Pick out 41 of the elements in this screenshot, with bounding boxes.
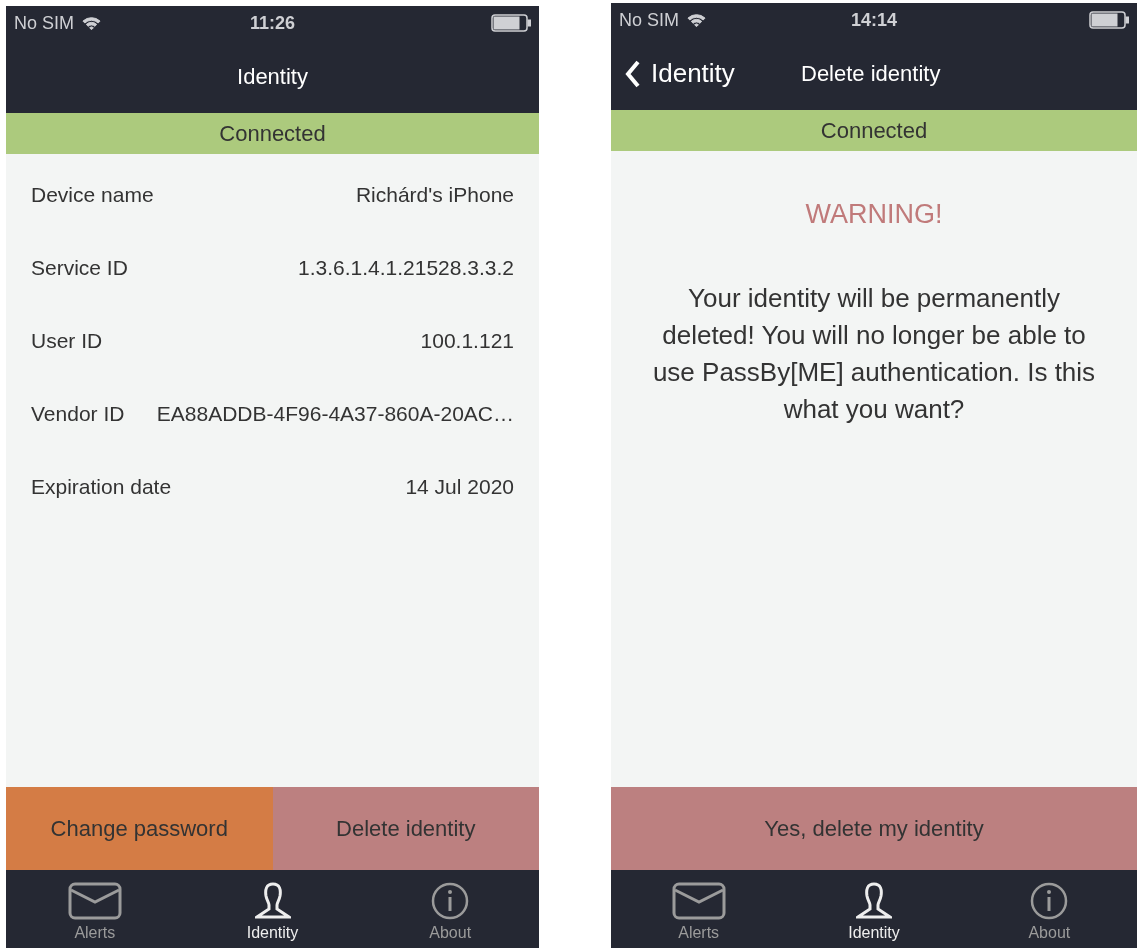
tab-item[interactable]: Identity (183, 870, 362, 948)
clock-time: 14:14 (851, 9, 897, 31)
carrier-label: No SIM (619, 9, 679, 31)
screen-title: Identity (237, 63, 308, 90)
tab-item[interactable]: Alerts (6, 870, 184, 948)
delete-button[interactable]: Yes, delete my identity (611, 787, 1137, 870)
field-value: 1.3.6.1.4.1.21528.3.3.2 (297, 255, 514, 280)
clock-time: 11:26 (250, 12, 295, 34)
field-label: Expiration date (31, 474, 172, 499)
person-icon (254, 882, 291, 920)
carrier-label: No SIM (14, 12, 74, 34)
connection-banner: Connected (611, 110, 1137, 151)
info-icon (431, 882, 470, 920)
info-icon (1030, 882, 1069, 920)
field-value: 100.1.121 (420, 328, 514, 353)
tab-item[interactable]: Alerts (611, 870, 787, 948)
field-label: User ID (31, 328, 103, 353)
warning-message: Your identity will be permanently deleted! You will no longer be able to use PassBy[ME] authentication. Is this what you want? (651, 282, 1097, 426)
tab-item[interactable]: About (961, 870, 1137, 948)
wifi-icon (82, 16, 101, 30)
connection-banner: Connected (6, 113, 539, 154)
person-icon (856, 882, 892, 920)
field-label: Service ID (31, 255, 128, 280)
tab-item[interactable]: Identity (786, 870, 962, 948)
field-value: 14 Jul 2020 (405, 474, 514, 499)
delete-button[interactable]: Delete identity (272, 787, 539, 870)
chevron-icon (625, 59, 641, 88)
back-link[interactable]: Identity (625, 58, 735, 89)
envelope-icon (67, 882, 122, 920)
field-label: Vendor ID (31, 401, 125, 426)
wifi-icon (687, 13, 706, 27)
field-value: EA88ADDB-4F96-4A37-860A-20AC… (156, 401, 514, 426)
envelope-icon (671, 882, 726, 920)
battery-icon (1089, 11, 1129, 29)
field-label: Device name (31, 182, 154, 207)
screen-title: Delete identity (801, 60, 941, 87)
tab-item[interactable]: About (361, 870, 539, 948)
field-value: Richárd's iPhone (355, 182, 514, 207)
warning-title: WARNING! (804, 199, 944, 230)
action-button[interactable]: Change password (6, 787, 273, 870)
battery-icon (491, 14, 531, 32)
